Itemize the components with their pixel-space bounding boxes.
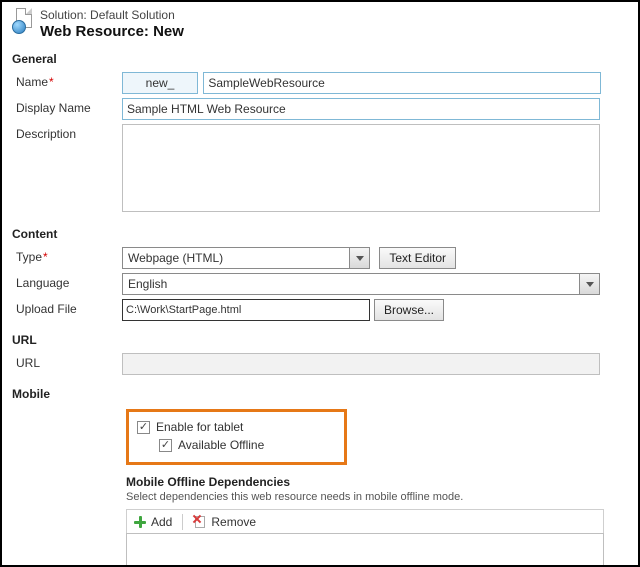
mobile-deps-desc: Select dependencies this web resource ne… bbox=[126, 491, 628, 503]
browse-button[interactable]: Browse... bbox=[374, 299, 444, 321]
mobile-deps-title: Mobile Offline Dependencies bbox=[126, 475, 628, 489]
web-resource-form: Solution: Default Solution Web Resource:… bbox=[0, 0, 640, 567]
mobile-highlight: ✓ Enable for tablet ✓ Available Offline bbox=[126, 409, 347, 465]
enable-tablet-label: Enable for tablet bbox=[156, 420, 243, 434]
label-language: Language bbox=[12, 273, 122, 290]
section-content: Content bbox=[12, 227, 628, 241]
url-readonly bbox=[122, 353, 600, 375]
description-input[interactable] bbox=[122, 124, 600, 212]
name-input[interactable] bbox=[203, 72, 601, 94]
remove-icon bbox=[193, 515, 207, 529]
text-editor-button[interactable]: Text Editor bbox=[379, 247, 456, 269]
section-general: General bbox=[12, 52, 628, 66]
available-offline-label: Available Offline bbox=[178, 438, 264, 452]
chevron-down-icon bbox=[349, 248, 369, 268]
label-type: Type* bbox=[12, 247, 122, 264]
language-select[interactable]: English bbox=[122, 273, 600, 295]
type-selected-text: Webpage (HTML) bbox=[123, 248, 349, 268]
page-title: Web Resource: New bbox=[40, 23, 184, 40]
solution-line: Solution: Default Solution bbox=[40, 8, 184, 22]
remove-button[interactable]: Remove bbox=[193, 515, 256, 529]
add-button[interactable]: Add bbox=[133, 515, 172, 529]
label-name: Name* bbox=[12, 72, 122, 89]
language-selected-text: English bbox=[123, 274, 579, 294]
deps-list[interactable] bbox=[126, 533, 604, 567]
label-upload-file: Upload File bbox=[12, 299, 122, 316]
section-mobile: Mobile bbox=[12, 387, 628, 401]
solution-name: Default Solution bbox=[90, 8, 175, 22]
required-asterisk: * bbox=[43, 250, 48, 264]
type-select[interactable]: Webpage (HTML) bbox=[122, 247, 370, 269]
solution-label: Solution: bbox=[40, 8, 87, 22]
toolbar-separator bbox=[182, 514, 183, 530]
section-url: URL bbox=[12, 333, 628, 347]
label-url: URL bbox=[12, 353, 122, 370]
label-display-name: Display Name bbox=[12, 98, 122, 115]
enable-tablet-checkbox[interactable]: ✓ bbox=[137, 421, 150, 434]
deps-toolbar: Add Remove bbox=[126, 509, 604, 533]
required-asterisk: * bbox=[49, 75, 54, 89]
available-offline-checkbox[interactable]: ✓ bbox=[159, 439, 172, 452]
add-label: Add bbox=[151, 515, 172, 529]
remove-label: Remove bbox=[211, 515, 256, 529]
header: Solution: Default Solution Web Resource:… bbox=[12, 8, 628, 40]
name-prefix: new_ bbox=[122, 72, 198, 94]
chevron-down-icon bbox=[579, 274, 599, 294]
plus-icon bbox=[133, 515, 147, 529]
label-description: Description bbox=[12, 124, 122, 141]
display-name-input[interactable] bbox=[122, 98, 600, 120]
web-resource-icon bbox=[12, 8, 34, 34]
upload-file-path[interactable]: C:\Work\StartPage.html bbox=[122, 299, 370, 321]
